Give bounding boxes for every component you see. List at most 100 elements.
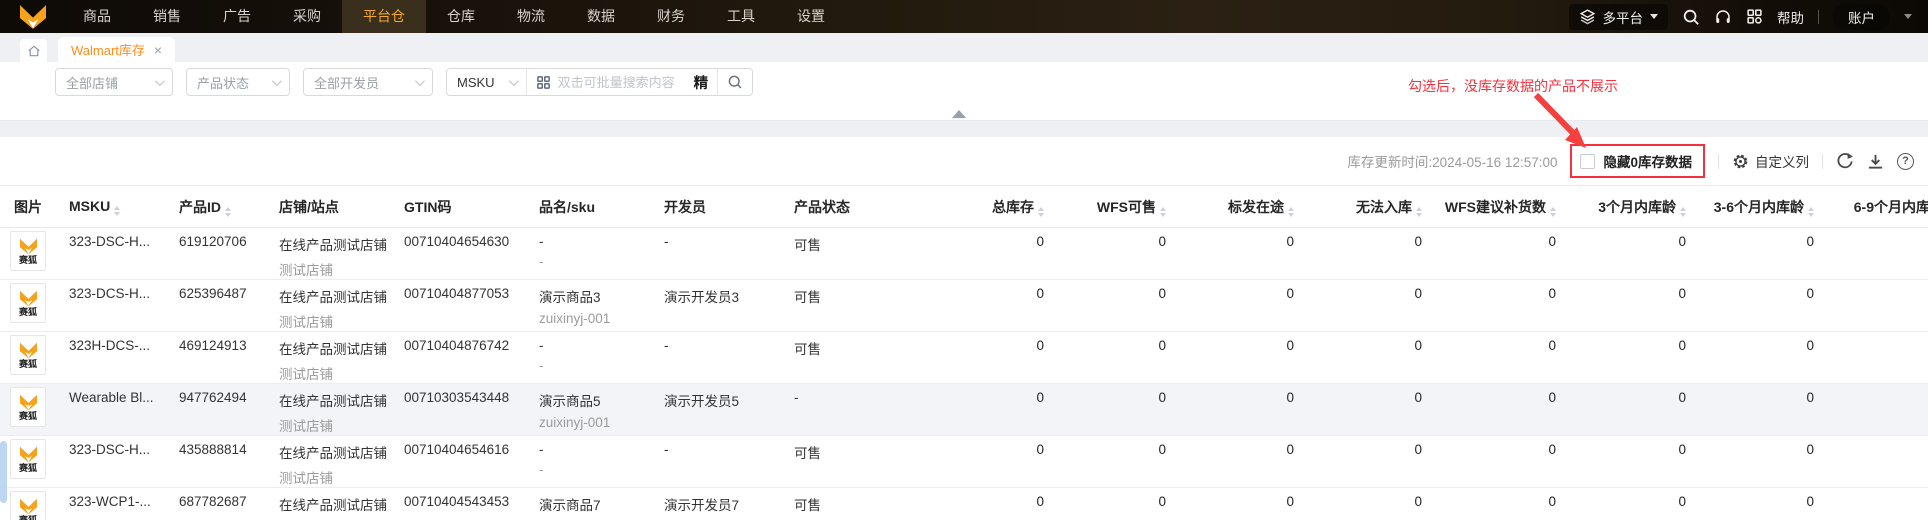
sort-icon[interactable]	[1416, 206, 1422, 217]
product-status-select[interactable]: 产品状态	[186, 68, 290, 96]
cell-product-status: 可售	[780, 227, 915, 280]
thumbnail-brand-label: 赛狐	[18, 358, 37, 369]
nav-item-products[interactable]: 商品	[62, 0, 132, 33]
col-header-age-6-9m[interactable]: 6-9个月内库龄	[1830, 185, 1928, 228]
inventory-panel: 库存更新时间:2024-05-16 12:57:00 隐藏0库存数据 自定义列 …	[0, 137, 1928, 520]
nav-item-purchase[interactable]: 采购	[272, 0, 342, 33]
cell-age-6-9m: 0	[1830, 279, 1928, 332]
download-icon[interactable]	[1867, 153, 1884, 170]
search-field-type-select[interactable]: MSKU	[447, 75, 526, 90]
nav-item-ads[interactable]: 广告	[202, 0, 272, 33]
hide-zero-stock-highlight: 隐藏0库存数据	[1570, 144, 1705, 178]
cell-age-3-6m: 0	[1702, 227, 1830, 280]
cell-name-sku: --	[525, 435, 650, 488]
table-row[interactable]: 赛狐 323-DSC-H... 435888814 在线产品测试店铺 测试店铺 00710…	[0, 435, 1928, 488]
sort-icon[interactable]	[1550, 206, 1556, 217]
hide-zero-stock-label[interactable]: 隐藏0库存数据	[1603, 151, 1692, 171]
refresh-icon[interactable]	[1836, 152, 1854, 170]
hide-zero-stock-checkbox[interactable]	[1580, 153, 1596, 169]
col-header-age-3m[interactable]: 3个月内库龄	[1572, 185, 1702, 228]
col-header-wfs-sellable[interactable]: WFS可售	[1060, 185, 1182, 228]
cell-wfs-restock: 0	[1438, 487, 1572, 520]
search-input[interactable]	[557, 74, 690, 90]
cell-gtin: 00710404876742	[390, 331, 525, 384]
col-header-inbound[interactable]: 标发在途	[1182, 185, 1310, 228]
sort-icon[interactable]	[1038, 206, 1044, 217]
developer-filter-select[interactable]: 全部开发员	[303, 68, 433, 96]
cell-gtin: 00710404543453	[390, 487, 525, 520]
col-header-wfs-restock[interactable]: WFS建议补货数	[1438, 185, 1572, 228]
chevron-down-icon	[154, 75, 165, 86]
nav-item-platform-warehouse[interactable]: 平台仓	[342, 0, 426, 33]
table-row[interactable]: 赛狐 Wearable Bl... 947762494 在线产品测试店铺 测试店铺 007…	[0, 383, 1928, 436]
search-submit-icon[interactable]	[718, 74, 752, 90]
collapse-filters-caret[interactable]	[952, 110, 966, 118]
cell-total-stock: 0	[915, 383, 1060, 436]
col-header-total-stock[interactable]: 总库存	[915, 185, 1060, 228]
home-tab-button[interactable]	[20, 39, 47, 62]
cell-msku: 323H-DCS-...	[55, 331, 165, 384]
chevron-down-icon	[508, 75, 519, 86]
cell-name-sku: 演示商品7zuixinyj-001	[525, 487, 650, 520]
nav-item-finance[interactable]: 财务	[636, 0, 706, 33]
help-link[interactable]: 帮助	[1777, 7, 1804, 27]
sort-icon[interactable]	[1160, 206, 1166, 217]
sort-icon[interactable]	[1680, 206, 1686, 217]
cell-age-6-9m: 0	[1830, 227, 1928, 280]
cell-inbound: 0	[1182, 279, 1310, 332]
cell-product-status: 可售	[780, 435, 915, 488]
inventory-table: 图片 MSKU 产品ID 店铺/站点 GTIN码 品名/sku 开发员 产品状态 总库存 WFS可…	[0, 185, 1928, 520]
divider	[1822, 153, 1823, 169]
col-header-age-3-6m[interactable]: 3-6个月内库龄	[1702, 185, 1830, 228]
cell-msku: Wearable Bl...	[55, 383, 165, 436]
search-icon[interactable]	[1682, 8, 1700, 26]
table-header-row: 图片 MSKU 产品ID 店铺/站点 GTIN码 品名/sku 开发员 产品状态 总库存 WFS可…	[0, 185, 1928, 228]
table-row[interactable]: 赛狐 323H-DCS-... 469124913 在线产品测试店铺 测试店铺 00710…	[0, 331, 1928, 384]
divider	[1718, 153, 1719, 169]
customize-columns-button[interactable]: 自定义列	[1732, 151, 1809, 171]
apps-grid-icon[interactable]	[1746, 8, 1763, 25]
cell-gtin: 00710404654630	[390, 227, 525, 280]
cell-developer: 演示开发员7	[650, 487, 780, 520]
tab-walmart-inventory[interactable]: Walmart库存 ×	[58, 37, 176, 62]
table-row[interactable]: 赛狐 323-DSC-H... 619120706 在线产品测试店铺 测试店铺 00710…	[0, 227, 1928, 280]
nav-item-settings[interactable]: 设置	[776, 0, 846, 33]
cell-age-6-9m: 0	[1830, 383, 1928, 436]
cell-wfs-restock: 0	[1438, 383, 1572, 436]
cell-wfs-sellable: 0	[1060, 331, 1182, 384]
store-filter-select[interactable]: 全部店铺	[55, 68, 173, 96]
question-help-icon[interactable]: ?	[1897, 152, 1914, 170]
col-header-msku[interactable]: MSKU	[55, 185, 165, 228]
col-header-product-id[interactable]: 产品ID	[165, 185, 265, 228]
col-header-name-sku: 品名/sku	[525, 185, 650, 228]
product-thumbnail: 赛狐	[10, 231, 46, 271]
account-button[interactable]: 账户	[1833, 3, 1890, 30]
saihu-fox-logo[interactable]	[18, 4, 48, 30]
nav-item-data[interactable]: 数据	[566, 0, 636, 33]
divider	[1818, 9, 1819, 24]
nav-item-warehouse[interactable]: 仓库	[426, 0, 496, 33]
table-row[interactable]: 赛狐 323-DCS-H... 625396487 在线产品测试店铺 测试店铺 00710…	[0, 279, 1928, 332]
nav-item-sales[interactable]: 销售	[132, 0, 202, 33]
cell-wfs-sellable: 0	[1060, 383, 1182, 436]
nav-item-tools[interactable]: 工具	[706, 0, 776, 33]
headset-icon[interactable]	[1714, 8, 1732, 26]
sort-icon[interactable]	[1808, 206, 1814, 217]
nav-item-logistics[interactable]: 物流	[496, 0, 566, 33]
layers-icon	[1579, 8, 1596, 25]
cell-wfs-sellable: 0	[1060, 227, 1182, 280]
account-chevron-icon[interactable]	[1904, 14, 1912, 19]
tab-close-icon[interactable]: ×	[154, 43, 162, 57]
sort-icon[interactable]	[1288, 206, 1294, 217]
cell-inbound: 0	[1182, 487, 1310, 520]
batch-search-icon[interactable]	[536, 75, 551, 90]
cell-product-status: 可售	[780, 279, 915, 332]
nav-menu: 商品 销售 广告 采购 平台仓 仓库 物流 数据 财务 工具 设置	[62, 0, 846, 33]
table-row[interactable]: 赛狐 323-WCP1-...687782687在线产品测试店铺测试店铺00710…	[0, 487, 1928, 520]
sort-icon[interactable]	[225, 206, 231, 217]
multi-platform-selector[interactable]: 多平台	[1568, 3, 1668, 30]
col-header-unable-inbound[interactable]: 无法入库	[1310, 185, 1438, 228]
cell-unable-inbound: 0	[1310, 331, 1438, 384]
exact-match-toggle[interactable]: 精	[690, 72, 718, 93]
sort-icon[interactable]	[114, 205, 121, 216]
